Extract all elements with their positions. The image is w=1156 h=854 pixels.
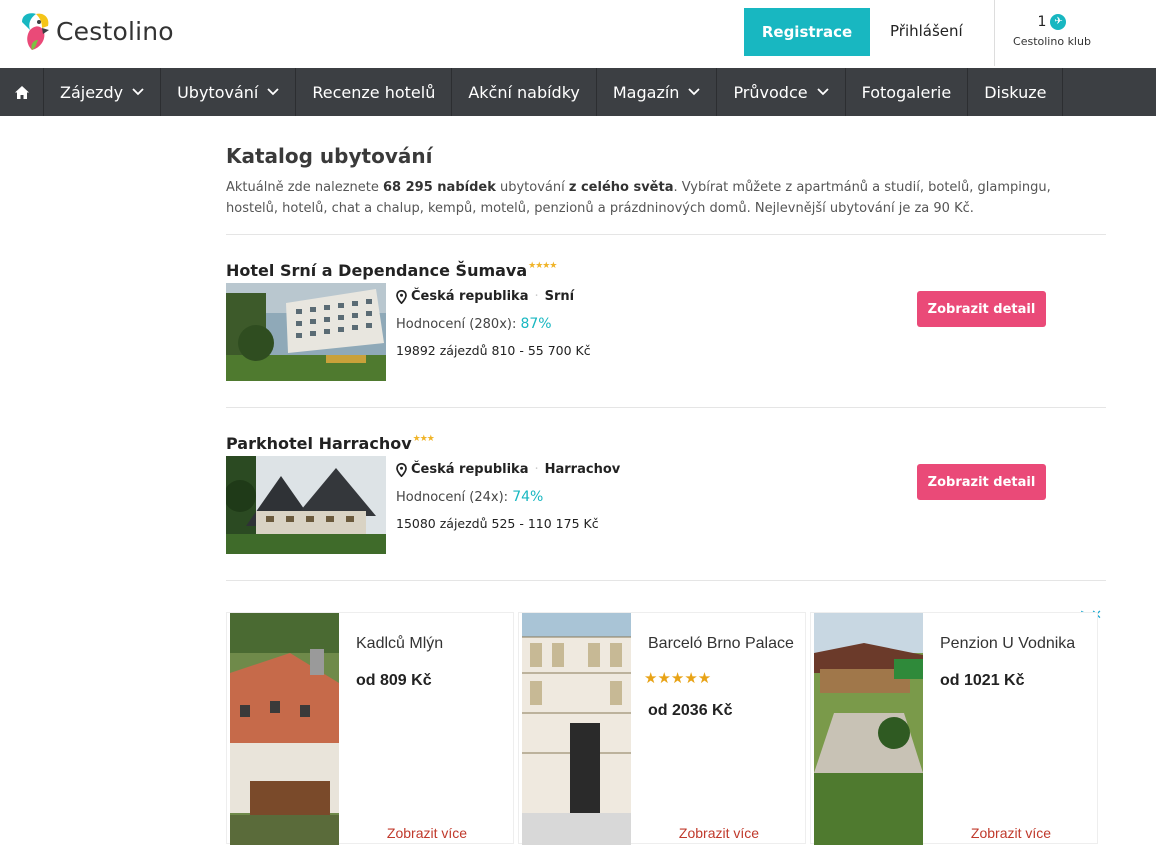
header-divider <box>994 0 995 66</box>
hotel-city[interactable]: Harrachov <box>545 462 621 477</box>
chevron-down-icon <box>132 88 144 96</box>
nav-item-zajezdy[interactable]: Zájezdy <box>44 68 162 116</box>
hotel-country[interactable]: Česká republika <box>411 289 528 304</box>
club-count: 1 ✈ <box>1008 14 1096 30</box>
logo-text: Cestolino <box>56 16 174 46</box>
ad-photo-image <box>522 613 631 845</box>
hotel-name-text: Parkhotel Harrachov <box>226 434 412 453</box>
hotel-name[interactable]: Parkhotel Harrachov★★★ <box>226 434 435 453</box>
hotel-stars: ★★★ <box>412 434 435 444</box>
main-navigation: Zájezdy Ubytování Recenze hotelů Akční n… <box>0 68 1156 116</box>
nav-item-label: Zájezdy <box>60 82 124 102</box>
nav-item-label: Akční nabídky <box>468 82 580 102</box>
ad-star-rating: ★★★★★ <box>644 669 712 687</box>
ad-block: ▷✕ Kadlců Mlýn od 809 Kč Zobrazit více <box>226 608 1106 848</box>
nav-item-label: Diskuze <box>984 82 1047 102</box>
chevron-down-icon <box>267 88 279 96</box>
ad-more-link[interactable]: Zobrazit více <box>631 825 807 841</box>
ad-photo-image <box>230 613 339 845</box>
ad-price: od 1021 Kč <box>940 672 1025 689</box>
location-separator: · <box>534 289 539 304</box>
nav-item-label: Ubytování <box>177 82 259 102</box>
plane-icon: ✈ <box>1050 14 1067 30</box>
main-content: Katalog ubytování Aktuálně zde naleznete… <box>226 116 1106 581</box>
ad-photo[interactable] <box>522 613 631 845</box>
hotel-country[interactable]: Česká republika <box>411 462 528 477</box>
logo[interactable]: Cestolino <box>16 10 174 52</box>
ad-card[interactable]: Kadlců Mlýn od 809 Kč Zobrazit více <box>226 612 515 845</box>
hotel-card: Hotel Srní a Dependance Šumava★★★★ Česká… <box>226 235 1106 407</box>
hotel-card: Parkhotel Harrachov★★★ Česká republika ·… <box>226 408 1106 580</box>
hotel-photo-image <box>226 456 386 554</box>
ad-price: od 2036 Kč <box>648 702 733 719</box>
nav-item-label: Fotogalerie <box>861 82 952 102</box>
nav-item-label: Průvodce <box>733 82 808 102</box>
chevron-down-icon <box>816 88 829 96</box>
nav-item-diskuze[interactable]: Diskuze <box>968 68 1064 116</box>
nav-item-fotogalerie[interactable]: Fotogalerie <box>846 68 969 116</box>
ad-price: od 809 Kč <box>356 672 432 689</box>
nav-item-pruvodce[interactable]: Průvodce <box>717 68 846 116</box>
intro-part: Aktuálně zde naleznete <box>226 180 384 195</box>
rating-value: 74% <box>512 489 544 505</box>
ad-title[interactable]: Barceló Brno Palace <box>648 635 794 653</box>
hotel-name[interactable]: Hotel Srní a Dependance Šumava★★★★ <box>226 261 557 280</box>
offer-count: 68 295 nabídek <box>383 180 496 195</box>
hotel-city[interactable]: Srní <box>545 289 575 304</box>
rating-label: Hodnocení (24x): <box>396 490 513 505</box>
nav-item-label: Magazín <box>612 82 680 102</box>
home-icon <box>14 85 29 99</box>
hotel-location: Česká republika · Srní <box>396 289 574 304</box>
nav-item-magazin[interactable]: Magazín <box>597 68 718 116</box>
hotel-photo[interactable] <box>226 283 386 381</box>
top-header: Cestolino Registrace Přihlášení 1 ✈ Cest… <box>0 0 1156 68</box>
ad-photo[interactable] <box>814 613 923 845</box>
hotel-photo-image <box>226 283 386 381</box>
rating-value: 87% <box>520 316 552 332</box>
location-separator: · <box>534 462 539 477</box>
login-link[interactable]: Přihlášení <box>890 22 963 40</box>
intro-part: ubytování <box>495 180 569 195</box>
hotel-rating: Hodnocení (280x): 87% <box>396 316 552 332</box>
hotel-photo[interactable] <box>226 456 386 554</box>
ad-title[interactable]: Kadlců Mlýn <box>356 635 443 653</box>
club-count-value: 1 <box>1037 14 1047 30</box>
ad-more-link[interactable]: Zobrazit více <box>923 825 1099 841</box>
intro-scope: z celého světa <box>568 180 674 195</box>
page-title: Katalog ubytování <box>226 144 433 168</box>
location-pin-icon <box>396 462 407 477</box>
hotel-price-range: 19892 zájezdů 810 - 55 700 Kč <box>396 343 591 358</box>
hotel-price-range: 15080 zájezdů 525 - 110 175 Kč <box>396 516 599 531</box>
hotel-stars: ★★★★ <box>528 261 557 271</box>
parrot-logo-icon <box>22 13 49 50</box>
ad-card[interactable]: Barceló Brno Palace ★★★★★ od 2036 Kč Zob… <box>518 612 807 845</box>
ad-photo[interactable] <box>230 613 339 845</box>
nav-item-akcni-nabidky[interactable]: Akční nabídky <box>452 68 597 116</box>
chevron-down-icon <box>688 88 701 96</box>
hotel-rating: Hodnocení (24x): 74% <box>396 489 543 505</box>
cestolino-club[interactable]: 1 ✈ Cestolino klub <box>1008 14 1096 48</box>
ad-title[interactable]: Penzion U Vodnika <box>940 635 1075 653</box>
show-detail-button[interactable]: Zobrazit detail <box>917 464 1046 500</box>
ad-more-link[interactable]: Zobrazit více <box>339 825 515 841</box>
hotel-location: Česká republika · Harrachov <box>396 462 620 477</box>
divider <box>226 580 1106 581</box>
nav-home[interactable] <box>0 68 44 116</box>
location-pin-icon <box>396 289 407 304</box>
nav-item-label: Recenze hotelů <box>312 82 436 102</box>
register-button[interactable]: Registrace <box>744 8 870 56</box>
ad-photo-image <box>814 613 923 845</box>
club-label: Cestolino klub <box>1013 35 1091 48</box>
ad-card[interactable]: Penzion U Vodnika od 1021 Kč Zobrazit ví… <box>810 612 1099 845</box>
nav-item-recenze-hotelu[interactable]: Recenze hotelů <box>296 68 453 116</box>
nav-item-ubytovani[interactable]: Ubytování <box>161 68 297 116</box>
hotel-name-text: Hotel Srní a Dependance Šumava <box>226 261 528 280</box>
show-detail-button[interactable]: Zobrazit detail <box>917 291 1046 327</box>
intro-text: Aktuálně zde naleznete 68 295 nabídek ub… <box>226 177 1106 219</box>
rating-label: Hodnocení (280x): <box>396 317 521 332</box>
